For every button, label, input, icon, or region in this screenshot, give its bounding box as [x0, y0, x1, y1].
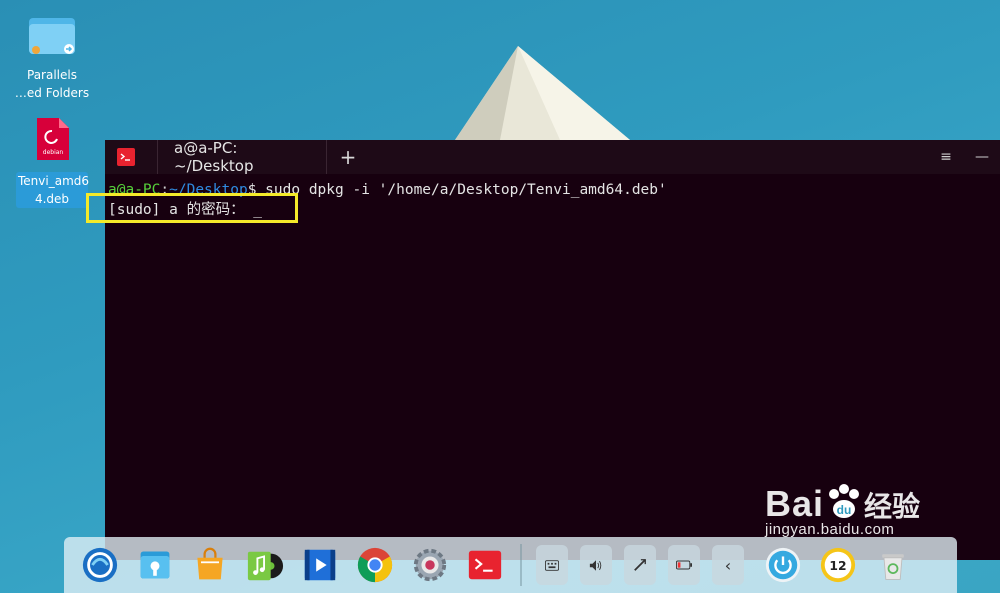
battery-icon[interactable]: [668, 545, 700, 585]
trash-icon[interactable]: [872, 544, 914, 586]
clock-icon[interactable]: 12: [817, 544, 859, 586]
clock-text: 12: [829, 559, 846, 573]
dock-separator: [520, 544, 522, 586]
debian-badge-text: debian: [43, 149, 64, 156]
watermark-brand-2: 经验: [864, 491, 921, 522]
terminal-icon[interactable]: [464, 544, 506, 586]
expand-icon[interactable]: ‹: [712, 545, 744, 585]
command-text: sudo dpkg -i '/home/a/Desktop/Tenvi_amd6…: [256, 182, 667, 198]
new-tab-button[interactable]: +: [337, 145, 359, 169]
video-icon[interactable]: [299, 544, 341, 586]
terminal-tab[interactable]: a@a-PC: ~/Desktop: [157, 139, 327, 175]
svg-text:du: du: [837, 503, 852, 517]
chrome-icon[interactable]: [354, 544, 396, 586]
desktop-item-label: Tenvi_amd6 4.deb: [16, 172, 90, 208]
baidu-paw-icon: du: [829, 484, 860, 518]
terminal-app-icon: [117, 148, 135, 166]
launcher-icon[interactable]: [79, 544, 121, 586]
network-icon[interactable]: [624, 545, 656, 585]
watermark-url: jingyan.baidu.com: [765, 521, 895, 538]
desktop-item-tenvi-deb[interactable]: debian Tenvi_amd6 4.deb: [12, 118, 92, 210]
terminal-titlebar[interactable]: a@a-PC: ~/Desktop + ≡ —: [105, 139, 1000, 175]
watermark-brand: Bai: [765, 483, 825, 524]
folder-icon: [29, 18, 75, 54]
baidu-watermark: Bai du 经验 jingyan.baidu.com: [765, 482, 920, 538]
settings-icon[interactable]: [409, 544, 451, 586]
dock: ‹ 12: [64, 537, 957, 593]
app-store-icon[interactable]: [189, 544, 231, 586]
annotation-highlight-box: [86, 193, 298, 223]
menu-button[interactable]: ≡: [928, 149, 964, 165]
keyboard-icon[interactable]: [536, 545, 568, 585]
debian-package-icon: debian: [37, 118, 69, 160]
volume-icon[interactable]: [580, 545, 612, 585]
minimize-button[interactable]: —: [964, 149, 1000, 165]
power-icon[interactable]: [762, 544, 804, 586]
desktop-item-parallels-folders[interactable]: Parallels …ed Folders: [12, 10, 92, 100]
file-manager-icon[interactable]: [134, 544, 176, 586]
music-icon[interactable]: [244, 544, 286, 586]
desktop-item-label: Parallels …ed Folders: [14, 68, 90, 100]
